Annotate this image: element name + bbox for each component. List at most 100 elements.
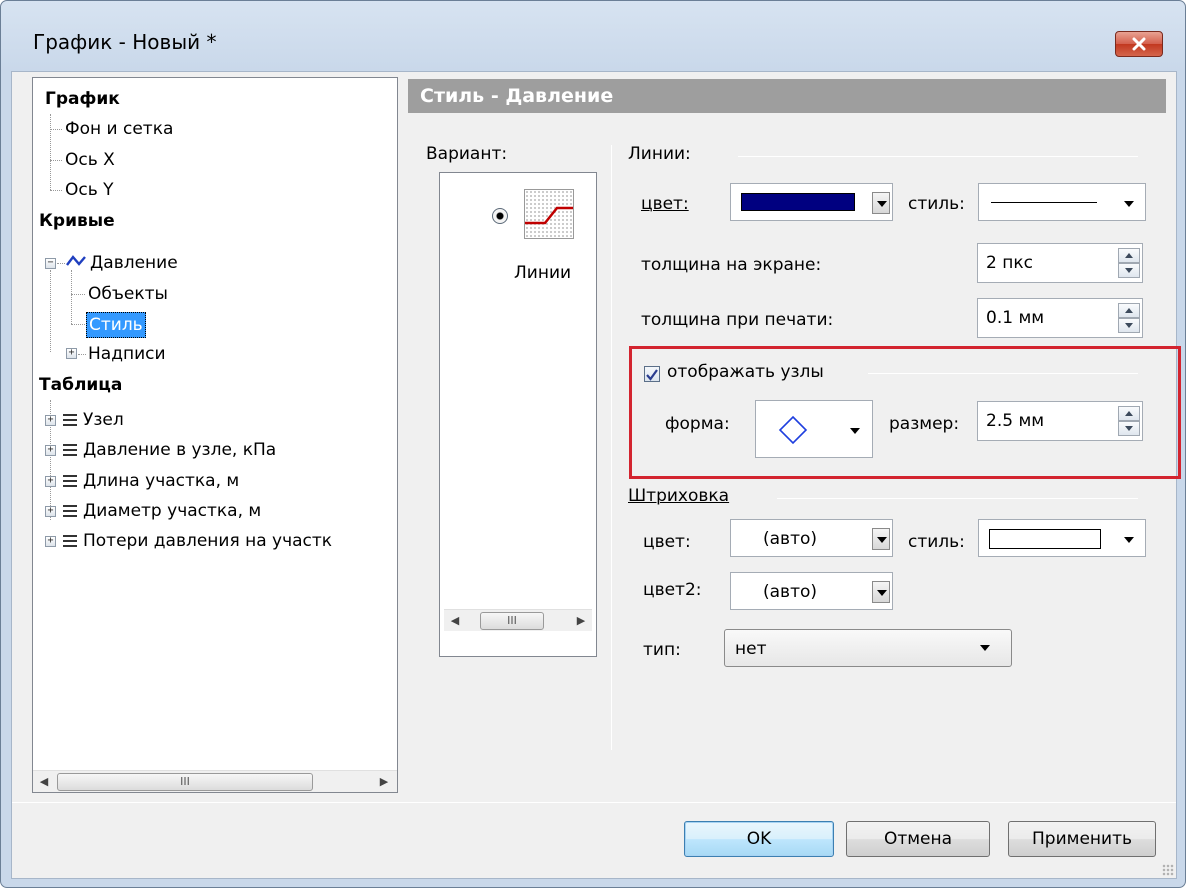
lines-group-label: Линии: [628, 144, 691, 164]
tree-connector [71, 270, 72, 324]
window-title: График - Новый * [33, 30, 217, 54]
expand-icon[interactable]: + [45, 415, 56, 426]
tree-item-style-label: Стиль [86, 312, 146, 338]
dropdown-arrow-icon[interactable] [850, 428, 860, 434]
scroll-right-icon[interactable]: ▶ [373, 771, 395, 792]
tree-connector [50, 114, 51, 190]
close-button[interactable] [1115, 31, 1163, 57]
tree-connector [71, 324, 85, 325]
column-icon [63, 414, 77, 429]
show-nodes-checkbox[interactable] [644, 366, 660, 382]
hatch-color-select[interactable]: (авто) [730, 519, 893, 557]
expand-icon[interactable]: + [66, 348, 77, 359]
dropdown-arrow-icon[interactable] [872, 581, 890, 603]
tree-connector [50, 160, 62, 161]
hatch-type-value: нет [735, 639, 767, 659]
variant-horizontal-scrollbar[interactable]: ◀ III ▶ [444, 609, 592, 631]
line-color-select[interactable] [730, 183, 893, 221]
show-nodes-label[interactable]: отображать узлы [667, 362, 824, 382]
scroll-left-icon[interactable]: ◀ [33, 771, 55, 792]
title-bar[interactable]: График - Новый * [1, 1, 1185, 71]
variant-radio-lines[interactable] [492, 208, 508, 224]
column-icon [63, 475, 77, 490]
spinner-buttons[interactable] [1118, 248, 1140, 278]
tree-connector [78, 354, 86, 355]
node-size-value[interactable]: 2.5 мм [986, 411, 1044, 431]
ok-button[interactable]: OK [684, 821, 834, 857]
line-color-label: цвет: [641, 194, 689, 214]
hatch-style-swatch [989, 529, 1101, 549]
spinner-buttons[interactable] [1118, 303, 1140, 333]
print-thickness-value[interactable]: 0.1 мм [986, 308, 1044, 328]
settings-tree[interactable]: График Фон и сетка Ось X Ось Y Кривые − [32, 77, 398, 793]
variant-option-label: Линии [514, 263, 572, 283]
screen-thickness-label: толщина на экране: [641, 255, 822, 275]
node-shape-select[interactable] [755, 400, 873, 458]
dropdown-arrow-icon[interactable] [1124, 201, 1134, 207]
spinner-buttons[interactable] [1118, 406, 1140, 436]
tree-horizontal-scrollbar[interactable]: ◀ III ▶ [33, 770, 397, 792]
scroll-thumb[interactable]: III [57, 773, 313, 791]
line-color-swatch [741, 193, 855, 211]
dialog-client: График Фон и сетка Ось X Ось Y Кривые − [11, 71, 1181, 879]
expand-icon[interactable]: + [45, 445, 56, 456]
line-preview-icon [525, 206, 573, 225]
dropdown-arrow-icon[interactable] [1124, 537, 1134, 543]
collapse-icon[interactable]: − [45, 258, 56, 269]
spin-up-icon[interactable] [1118, 303, 1140, 318]
section-header: Стиль - Давление [408, 79, 1166, 113]
group-divider [868, 373, 1138, 374]
node-size-spinner[interactable]: 2.5 мм [977, 401, 1143, 441]
expand-icon[interactable]: + [45, 506, 56, 517]
footer-divider [12, 802, 1176, 803]
vertical-separator [611, 145, 612, 750]
dropdown-arrow-icon[interactable] [872, 528, 890, 550]
scroll-right-icon[interactable]: ▶ [570, 610, 592, 632]
tree-connector [71, 294, 85, 295]
screen-thickness-spinner[interactable]: 2 пкс [977, 243, 1143, 283]
spin-down-icon[interactable] [1118, 421, 1140, 436]
column-icon [63, 535, 77, 550]
dropdown-arrow-icon[interactable] [980, 645, 990, 651]
expand-icon[interactable]: + [45, 536, 56, 547]
group-divider [738, 156, 1138, 157]
curve-icon [66, 255, 86, 266]
spin-up-icon[interactable] [1118, 406, 1140, 421]
checkmark-icon [646, 369, 658, 381]
hatch-group-label: Штриховка [628, 486, 730, 506]
print-thickness-spinner[interactable]: 0.1 мм [977, 298, 1143, 338]
variant-list[interactable]: Линии ◀ III ▶ [439, 172, 597, 657]
expand-icon[interactable]: + [45, 476, 56, 487]
solid-line-icon [991, 202, 1097, 203]
node-shape-label: форма: [665, 414, 730, 434]
hatch-type-label: тип: [643, 640, 681, 660]
column-icon [63, 444, 77, 459]
hatch-color2-value: (авто) [763, 582, 818, 602]
tree-connector [50, 270, 51, 352]
hatch-style-select[interactable] [978, 519, 1146, 557]
hatch-color2-select[interactable]: (авто) [730, 572, 893, 610]
line-style-select[interactable] [978, 183, 1146, 221]
diamond-icon [778, 415, 808, 445]
variant-preview-lines[interactable] [524, 189, 574, 239]
hatch-style-label: стиль: [908, 532, 965, 552]
scroll-thumb[interactable]: III [480, 612, 544, 630]
hatch-color2-label: цвет2: [643, 580, 702, 600]
hatch-color-label: цвет: [643, 532, 691, 552]
scroll-left-icon[interactable]: ◀ [444, 610, 466, 632]
spin-down-icon[interactable] [1118, 263, 1140, 278]
dropdown-arrow-icon[interactable] [872, 192, 890, 214]
tree-connector [50, 129, 62, 130]
cancel-button[interactable]: Отмена [846, 821, 990, 857]
close-icon [1132, 37, 1146, 51]
node-size-label: размер: [889, 414, 960, 434]
spin-down-icon[interactable] [1118, 318, 1140, 333]
resize-grip-icon[interactable] [1162, 864, 1174, 876]
tree-connector [50, 190, 62, 191]
apply-button[interactable]: Применить [1008, 821, 1156, 857]
hatch-type-select[interactable]: нет [724, 629, 1012, 667]
screen-thickness-value[interactable]: 2 пкс [986, 253, 1033, 273]
line-style-label: стиль: [908, 194, 965, 214]
tree-connector [57, 263, 65, 264]
spin-up-icon[interactable] [1118, 248, 1140, 263]
